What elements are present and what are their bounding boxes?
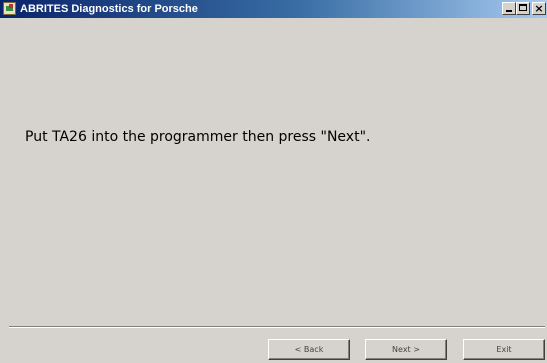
minimize-icon [506,10,512,12]
next-button[interactable]: Next > [365,339,447,360]
close-icon: × [534,2,544,15]
back-button[interactable]: < Back [268,339,350,360]
window-title: ABRITES Diagnostics for Porsche [20,3,198,15]
title-bar[interactable]: ABRITES Diagnostics for Porsche × [0,0,547,18]
instruction-message: Put TA26 into the programmer then press … [25,129,371,145]
minimize-button[interactable] [502,2,516,15]
app-window: ABRITES Diagnostics for Porsche × Put TA… [0,0,547,363]
app-icon[interactable] [3,2,16,15]
maximize-button[interactable] [516,2,530,15]
close-button[interactable]: × [532,2,546,15]
maximize-icon [519,4,527,11]
exit-button[interactable]: Exit [463,339,545,360]
footer-separator [9,326,545,328]
